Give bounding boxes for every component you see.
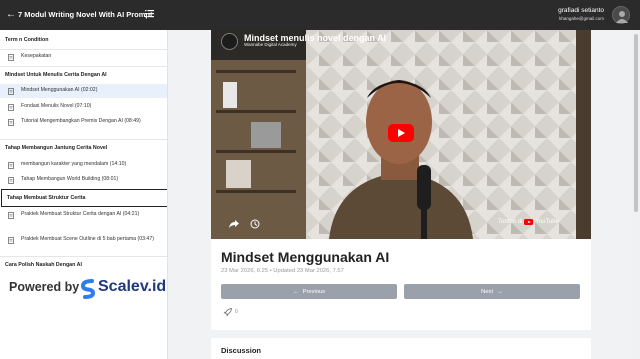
lesson-label: Tahap Membangun World Building (08:01) — [21, 176, 119, 182]
lesson-card: Mindset menulis novel dengan AI Wannabe … — [211, 30, 591, 330]
watch-on-youtube[interactable]: Tonton di YouTube — [498, 219, 559, 225]
divider — [0, 139, 167, 140]
play-button[interactable] — [388, 124, 414, 142]
section-title[interactable]: Tahap Membangun Jantung Cerita Novel — [0, 141, 167, 155]
avatar[interactable] — [612, 6, 630, 24]
user-name: grafiadi setianto — [558, 7, 604, 14]
section-title-focused[interactable]: Tahap Membuat Struktur Cerita — [1, 189, 167, 207]
lesson-item[interactable]: Kesepakatan — [0, 53, 167, 62]
lesson-label: Kesepakatan — [21, 53, 52, 59]
lesson-label: membangun karakter yang mendalam (14:10) — [21, 161, 127, 167]
video-player[interactable]: Mindset menulis novel dengan AI Wannabe … — [211, 30, 591, 239]
document-icon — [8, 88, 14, 95]
youtube-label: YouTube — [535, 219, 559, 225]
lesson-title: Mindset Menggunakan AI — [221, 249, 390, 265]
lesson-label: Fondasi Menulis Novel (07:10) — [21, 103, 92, 109]
lesson-label: Praktek Membuat Struktur Cerita dengan A… — [21, 211, 140, 217]
document-icon — [8, 237, 14, 244]
discussion-title: Discussion — [221, 346, 262, 355]
previous-button[interactable]: ← Previous — [221, 284, 397, 299]
scrollbar-thumb[interactable] — [634, 34, 638, 212]
lesson-item[interactable]: Praktek Membuat Scene Outline di 5 bab p… — [0, 236, 160, 252]
document-icon — [8, 177, 14, 184]
lesson-item[interactable]: membangun karakter yang mendalam (14:10) — [0, 161, 167, 170]
lesson-item[interactable]: Praktek Membuat Struktur Cerita dengan A… — [0, 211, 150, 227]
page-scrollbar[interactable] — [632, 30, 640, 359]
section-title[interactable]: Cara Polish Naskah Dengan AI — [0, 258, 167, 272]
lesson-item[interactable]: Fondasi Menulis Novel (07:10) — [0, 103, 167, 112]
brand-name[interactable]: Scalev.id — [98, 278, 166, 296]
channel-name[interactable]: Wannabe Digital Academy — [244, 42, 297, 47]
discussion-panel: Discussion — [211, 338, 591, 359]
user-email: khangahe@gmail.com — [559, 16, 604, 21]
back-arrow-icon[interactable]: ← — [6, 9, 16, 21]
course-title: 7 Modul Writing Novel With AI Prompt — [18, 10, 153, 19]
document-icon — [8, 54, 14, 61]
watch-on-label: Tonton di — [498, 219, 523, 225]
document-icon — [8, 212, 14, 219]
powered-by-text: Powered by — [9, 280, 80, 294]
reaction-button[interactable]: 0 — [223, 305, 245, 319]
lesson-sidebar: Term n Condition Kesepakatan Mindset Unt… — [0, 30, 168, 359]
lesson-item-active[interactable]: Mindset Menggunakan AI (02:02) — [0, 84, 167, 98]
reaction-count: 0 — [235, 309, 238, 315]
section-title[interactable]: Term n Condition — [0, 33, 167, 47]
user-icon — [616, 11, 628, 23]
youtube-icon — [524, 219, 534, 225]
lesson-label: Praktek Membuat Scene Outline di 5 bab p… — [21, 236, 154, 242]
arrow-right-icon: → — [497, 288, 503, 295]
document-icon — [8, 104, 14, 111]
document-icon — [8, 162, 14, 169]
next-label: Next — [481, 288, 494, 295]
document-icon — [8, 119, 14, 126]
lesson-item[interactable]: Tutorial Mengembangkan Premis Dengan AI … — [0, 118, 160, 134]
section-title[interactable]: Mindset Untuk Menulis Cerita Dengan AI — [0, 68, 167, 82]
list-icon[interactable] — [145, 9, 154, 18]
lesson-label: Tutorial Mengembangkan Premis Dengan AI … — [21, 118, 141, 124]
lesson-label: Mindset Menggunakan AI (02:02) — [21, 87, 98, 93]
next-button[interactable]: Next → — [404, 284, 580, 299]
scalev-logo-icon — [80, 279, 96, 299]
divider — [0, 49, 167, 50]
rocket-icon — [223, 307, 232, 316]
divider — [0, 256, 167, 257]
channel-logo[interactable] — [221, 33, 238, 50]
watch-later-icon[interactable] — [250, 219, 260, 229]
arrow-left-icon: ← — [292, 288, 299, 295]
divider — [0, 66, 167, 67]
top-bar: ← 7 Modul Writing Novel With AI Prompt g… — [0, 0, 640, 30]
lesson-meta: 23 Mar 2026, 6.25 • Updated 23 Mar 2026,… — [221, 268, 344, 274]
share-icon[interactable] — [229, 220, 239, 228]
previous-label: Previous — [302, 288, 326, 295]
lesson-item[interactable]: Tahap Membangun World Building (08:01) — [0, 176, 167, 185]
